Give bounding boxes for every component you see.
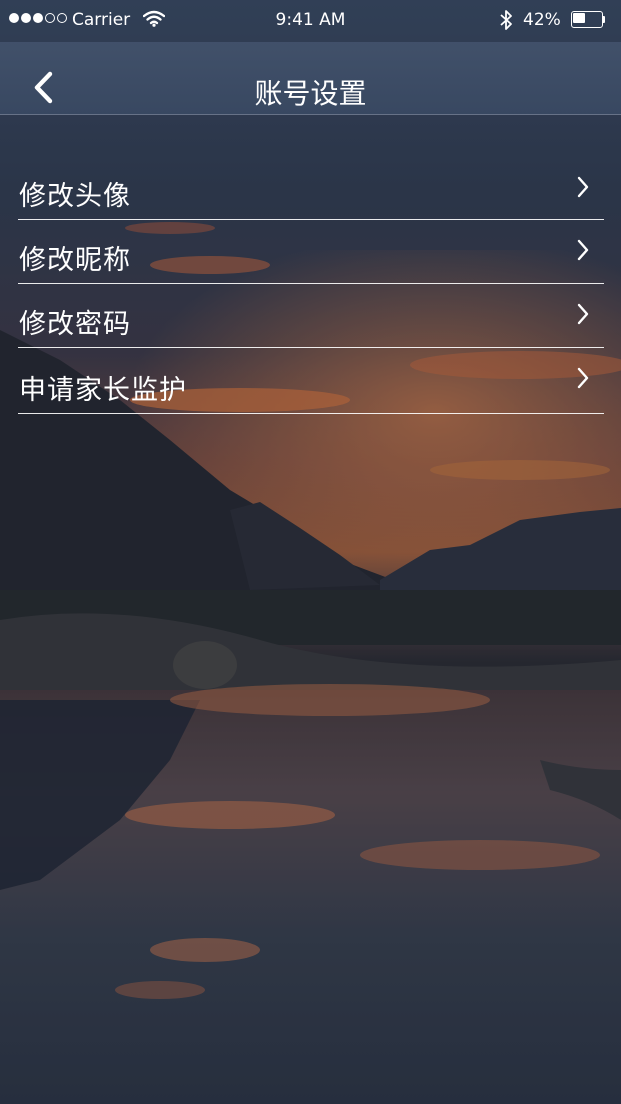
bluetooth-icon (500, 10, 512, 30)
battery-level-fill (573, 13, 585, 23)
menu-item-change-nickname[interactable]: 修改昵称 (18, 220, 604, 284)
settings-menu: 修改头像 修改昵称 修改密码 申请家长监护 (18, 157, 604, 414)
page-title: 账号设置 (254, 77, 367, 110)
menu-item-change-password[interactable]: 修改密码 (18, 284, 604, 348)
menu-item-label: 申请家长监护 (19, 375, 187, 406)
navigation-bar: 账号设置 (0, 42, 621, 115)
chevron-right-icon (577, 239, 589, 261)
menu-item-parental-guardianship[interactable]: 申请家长监护 (18, 348, 604, 414)
battery-percent: 42% (523, 10, 561, 30)
menu-item-label: 修改昵称 (19, 245, 131, 276)
battery-icon (571, 11, 605, 28)
chevron-right-icon (577, 303, 589, 325)
menu-item-label: 修改密码 (19, 309, 131, 340)
chevron-right-icon (577, 176, 589, 198)
menu-item-change-avatar[interactable]: 修改头像 (18, 157, 604, 220)
menu-item-label: 修改头像 (19, 181, 131, 212)
chevron-right-icon (577, 367, 589, 389)
status-bar: Carrier 9:41 AM 42% (0, 0, 621, 42)
